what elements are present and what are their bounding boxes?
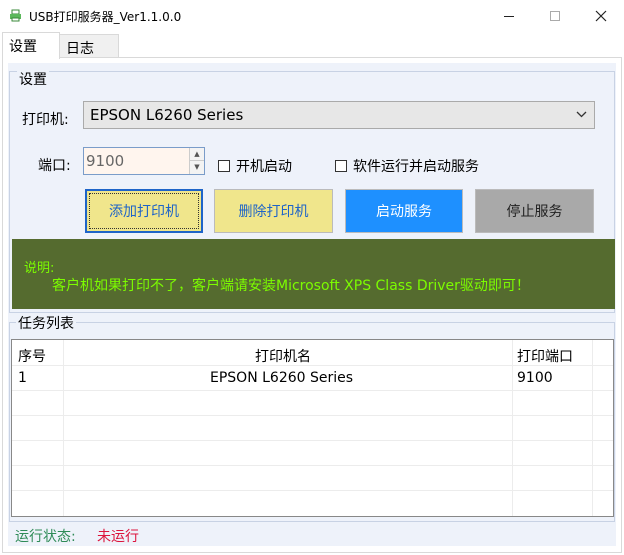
close-icon (595, 10, 607, 22)
printer-select[interactable]: EPSON L6260 Series (83, 101, 595, 129)
printer-select-value: EPSON L6260 Series (90, 106, 244, 124)
window-title: USB打印服务器_Ver1.1.0.0 (29, 10, 182, 24)
start-service-button[interactable]: 启动服务 (345, 189, 463, 233)
table-cell-port[interactable]: 9100 (517, 370, 553, 386)
autostart-checkbox[interactable]: 开机启动 (218, 156, 292, 176)
port-stepper[interactable]: 9100 ▲ ▼ (83, 147, 205, 175)
table-cell-index[interactable]: 1 (18, 370, 27, 386)
chevron-down-icon (576, 111, 587, 118)
grid-line (592, 340, 593, 516)
grid-line (512, 340, 513, 516)
autostart-label: 开机启动 (236, 159, 292, 175)
checkbox-icon (218, 160, 230, 172)
port-spinner: ▲ ▼ (189, 148, 204, 174)
grid-line (12, 390, 613, 391)
note-title: 说明: (24, 261, 55, 276)
task-group-label: 任务列表 (16, 313, 76, 333)
maximize-button[interactable] (532, 0, 578, 32)
grid-line (12, 490, 613, 491)
settings-page: 设置 打印机: EPSON L6260 Series 端口: 9100 ▲ ▼ … (8, 63, 616, 546)
spin-up-button[interactable]: ▲ (190, 148, 204, 161)
add-printer-button[interactable]: 添加打印机 (85, 189, 203, 233)
spin-down-button[interactable]: ▼ (190, 161, 204, 174)
title-bar: USB打印服务器_Ver1.1.0.0 (0, 0, 624, 32)
grid-line (12, 415, 613, 416)
minimize-button[interactable] (486, 0, 532, 32)
column-header-printer[interactable]: 打印机名 (255, 346, 311, 366)
column-header-index[interactable]: 序号 (18, 346, 46, 366)
close-button[interactable] (578, 0, 624, 32)
tab-strip: 设置 日志 (0, 32, 624, 59)
status-label: 运行状态: (15, 529, 76, 545)
stop-service-button[interactable]: 停止服务 (475, 189, 594, 233)
checkbox-icon (335, 160, 347, 172)
port-label: 端口: (38, 158, 71, 174)
tab-settings[interactable]: 设置 (2, 32, 60, 59)
tab-log[interactable]: 日志 (59, 34, 119, 58)
grid-line (12, 440, 613, 441)
maximize-icon (550, 11, 560, 21)
grid-line (12, 465, 613, 466)
settings-group-label: 设置 (17, 69, 49, 89)
status-value: 未运行 (97, 529, 139, 545)
printer-label: 打印机: (22, 112, 69, 128)
grid-line (63, 340, 64, 516)
tab-panel: 设置 打印机: EPSON L6260 Series 端口: 9100 ▲ ▼ … (2, 57, 622, 553)
column-header-port[interactable]: 打印端口 (517, 346, 573, 366)
printer-icon (10, 9, 21, 22)
minimize-icon (504, 15, 514, 17)
run-service-label: 软件运行并启动服务 (353, 159, 479, 175)
info-note: 说明: 客户机如果打印不了，客户端请安装Microsoft XPS Class … (12, 239, 615, 309)
note-body: 客户机如果打印不了，客户端请安装Microsoft XPS Class Driv… (52, 278, 530, 294)
table-cell-printer[interactable]: EPSON L6260 Series (210, 370, 353, 386)
port-value: 9100 (86, 152, 125, 170)
run-service-checkbox[interactable]: 软件运行并启动服务 (335, 156, 479, 176)
delete-printer-button[interactable]: 删除打印机 (214, 189, 333, 233)
task-table[interactable]: 序号 打印机名 打印端口 1 EPSON L6260 Series 9100 (11, 339, 614, 517)
